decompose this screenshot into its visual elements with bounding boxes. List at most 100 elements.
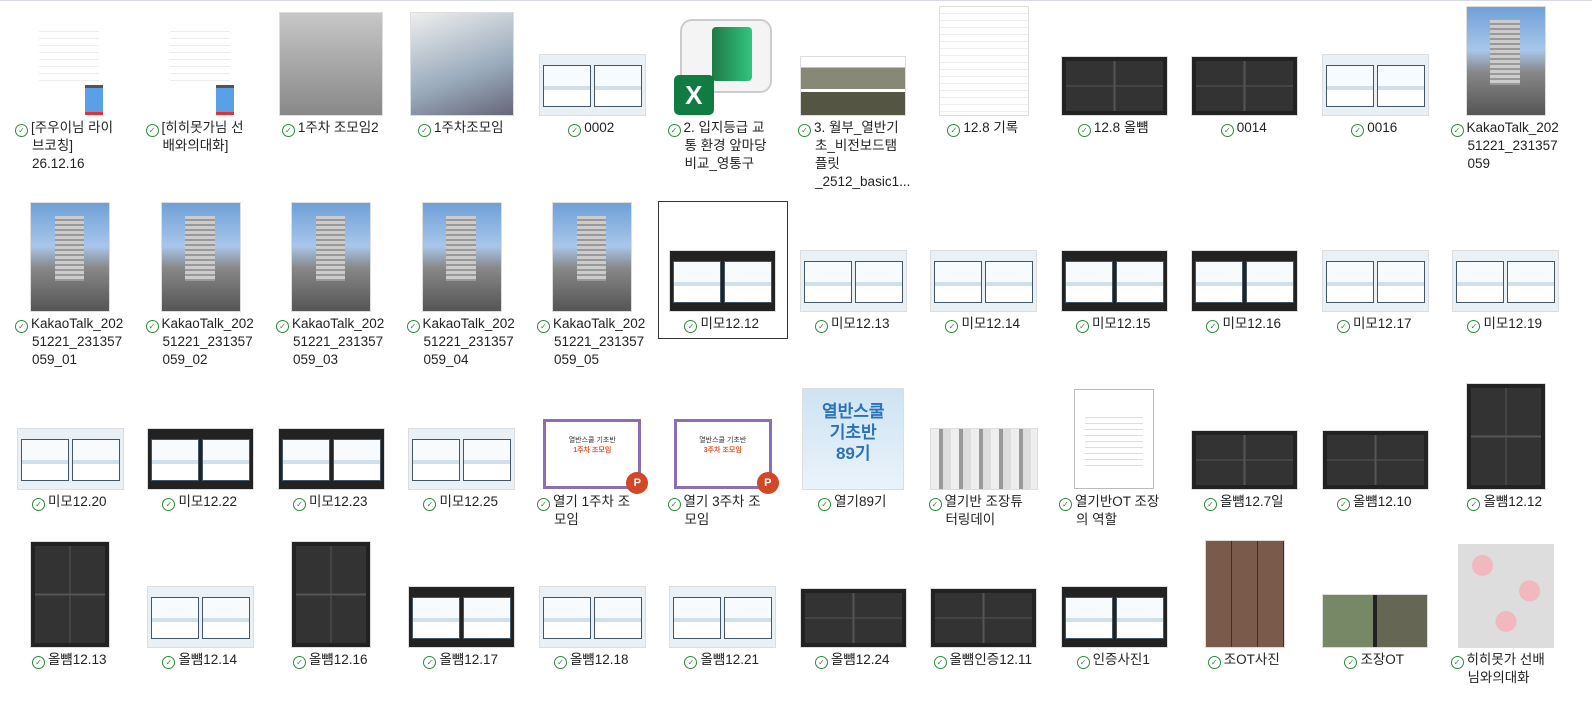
file-item[interactable]: ✓ 미모12.20 [5, 379, 136, 529]
file-item[interactable]: ✓ 올뻄12.24 [788, 537, 919, 687]
file-item[interactable]: ✓ 올뻄12.14 [136, 537, 267, 687]
file-item[interactable]: ✓ 1주차 조모임2 [266, 5, 397, 191]
file-item[interactable]: ✓ 12.8 올뻄 [1049, 5, 1180, 191]
file-name-line: 미모12.20 [47, 494, 107, 509]
file-item[interactable]: ✓ 올뻄12.7일 [1180, 379, 1311, 529]
file-item[interactable]: ✓ 3. 월부_열반기 초_비전보드탬 플릿 _2512_basic1... [788, 5, 919, 191]
thumbnail-area [397, 379, 528, 489]
thumbnail-area [1310, 5, 1441, 115]
file-item[interactable]: ✓ 미모12.25 [397, 379, 528, 529]
file-item[interactable]: X ✓ 2. 입지등급 교통 환경 앞마당 비교_영통구 [658, 5, 789, 191]
zoom-thumbnail [800, 589, 906, 647]
file-name-line: 51221_231357 [423, 334, 514, 349]
file-item[interactable]: ✓ [주우이님 라이 브코칭] 26.12.16 [5, 5, 136, 191]
file-name: ✓ 1주차조모임 [397, 115, 528, 137]
file-item[interactable]: ✓ 1주차조모임 [397, 5, 528, 191]
file-item[interactable]: ✓ 미모12.13 [788, 201, 919, 369]
file-item[interactable]: ✓ 올뻄12.12 [1441, 379, 1572, 529]
file-item[interactable]: ✓ 히히못가 선배 님와의대화 [1441, 537, 1572, 687]
file-item[interactable]: ✓ 인증사진1 [1049, 537, 1180, 687]
file-item[interactable]: ✓ 미모12.16 [1180, 201, 1311, 369]
file-name: ✓ 미모12.16 [1180, 311, 1311, 333]
bld-thumbnail [161, 203, 240, 311]
file-item[interactable]: ✓ 12.8 기록 [919, 5, 1050, 191]
check-circle-icon: ✓ [406, 320, 420, 333]
bld-thumbnail [553, 203, 632, 311]
thumbnail-area [266, 537, 397, 647]
file-item[interactable]: ✓ 올뻄12.18 [527, 537, 658, 687]
file-item[interactable]: ✓ 미모12.12 [657, 201, 788, 339]
file-item[interactable]: ✓ [히히못가님 선 배와의대화] [136, 5, 267, 191]
file-name-line: KakaoTalk_202 [161, 316, 254, 331]
file-item[interactable]: ✓ 0016 [1310, 5, 1441, 191]
file-item[interactable]: 열반스쿨 기초반 3주차 조모임 P ✓ 열기 3주차 조 모임 [658, 379, 789, 529]
slides-thumbnail [539, 587, 645, 647]
file-name-line: 51221_231357 [1467, 138, 1558, 153]
file-row: ✓ [주우이님 라이 브코칭] 26.12.16 ✓ [히히못가님 선 배와의대화] ✓ 1주차… [5, 5, 1571, 191]
check-circle-icon: ✓ [537, 498, 550, 511]
thumbnail-area [527, 201, 658, 311]
file-item[interactable]: ✓ 미모12.14 [919, 201, 1050, 369]
zoom-thumbnail [931, 589, 1037, 647]
slides-thumbnail [1192, 251, 1298, 311]
file-name-line: 2. 입지등급 교 [683, 120, 765, 135]
file-item[interactable]: ✓ KakaoTalk_202 51221_231357 059 [1441, 5, 1572, 191]
file-item[interactable]: ✓ 열기반 조장튜 터링데이 [919, 379, 1050, 529]
file-row: ✓ 올뻄12.13 ✓ 올뻄12.14 ✓ 올뻄12.16 ✓ 올뻄12.17 ✓ 올뻄12.18… [5, 537, 1571, 687]
file-item[interactable]: ✓ KakaoTalk_202 51221_231357 059_05 [527, 201, 658, 369]
file-name: ✓ 미모12.13 [788, 311, 919, 333]
file-name-line: 열기반OT 조장 [1075, 494, 1160, 509]
slides-thumbnail [1061, 587, 1167, 647]
file-item[interactable]: ✓ 0014 [1180, 5, 1311, 191]
file-item[interactable]: ✓ 미모12.19 [1441, 201, 1572, 369]
file-item[interactable]: ✓ 올뻄12.21 [658, 537, 789, 687]
thumbnail-area [397, 537, 528, 647]
file-item[interactable]: ✓ 올뻄12.10 [1310, 379, 1441, 529]
check-circle-icon: ✓ [945, 320, 959, 333]
file-name-line: 미모12.14 [961, 316, 1021, 331]
file-item[interactable]: ✓ 올뻄12.17 [397, 537, 528, 687]
file-name-line: 올뻄12.12 [1483, 494, 1543, 509]
ppt-thumbnail: 열반스쿨 기초반 3주차 조모임 P [673, 419, 779, 494]
file-name-line: 열기 1주차 조 [553, 494, 631, 509]
file-item[interactable]: ✓ 미모12.22 [136, 379, 267, 529]
file-item[interactable]: ✓ 미모12.23 [266, 379, 397, 529]
file-item[interactable]: ✓ 조장OT [1310, 537, 1441, 687]
file-item[interactable]: ✓ KakaoTalk_202 51221_231357 059_01 [5, 201, 136, 369]
file-item[interactable]: ✓ 올뻄12.16 [266, 537, 397, 687]
file-item[interactable]: ✓ 올뻄12.13 [5, 537, 136, 687]
file-name-line: 조OT사진 [1223, 652, 1280, 667]
thumbnail-area [397, 201, 528, 311]
file-item[interactable]: ✓ 0002 [527, 5, 658, 191]
file-name: ✓ 열기 3주차 조 모임 [658, 489, 789, 529]
file-item[interactable]: ✓ 미모12.15 [1049, 201, 1180, 369]
file-name-line: 통 환경 앞마당 [684, 138, 767, 153]
ppt-subtitle: 3주차 조모임 [703, 447, 742, 454]
file-item[interactable]: ✓ KakaoTalk_202 51221_231357 059_02 [136, 201, 267, 369]
file-name-line: 0014 [1236, 120, 1267, 135]
check-circle-icon: ✓ [1076, 656, 1090, 669]
file-name: ✓ 미모12.14 [919, 311, 1050, 333]
slides-thumbnail [148, 587, 254, 647]
file-row: ✓ 미모12.20 ✓ 미모12.22 ✓ 미모12.23 ✓ 미모12.25 열반스쿨 기초반… [5, 379, 1571, 529]
file-name: ✓ 1주차 조모임2 [266, 115, 397, 137]
check-circle-icon: ✓ [684, 320, 698, 333]
file-item[interactable]: ✓ 열기반OT 조장 의 역할 [1049, 379, 1180, 529]
file-name-line: 님와의대화 [1467, 670, 1530, 685]
file-item[interactable]: ✓ 조OT사진 [1180, 537, 1311, 687]
file-item[interactable]: ✓ 올뻄인증12.11 [919, 537, 1050, 687]
file-item[interactable]: 열반스쿨 기초반 89기 ✓ 열기89기 [788, 379, 919, 529]
file-name-line: 올뻄12.14 [178, 652, 238, 667]
powerpoint-icon: P [756, 472, 779, 494]
file-item[interactable]: ✓ KakaoTalk_202 51221_231357 059_04 [397, 201, 528, 369]
check-circle-icon: ✓ [568, 124, 582, 137]
file-name: ✓ 미모12.20 [5, 489, 136, 511]
file-item[interactable]: ✓ 미모12.17 [1310, 201, 1441, 369]
file-row: ✓ KakaoTalk_202 51221_231357 059_01 ✓ KakaoTa… [5, 201, 1571, 369]
file-item[interactable]: ✓ KakaoTalk_202 51221_231357 059_03 [266, 201, 397, 369]
file-item[interactable]: 열반스쿨 기초반 1주차 조모임 P ✓ 열기 1주차 조 모임 [527, 379, 658, 529]
thumbnail-area: 열반스쿨 기초반 89기 [788, 379, 919, 489]
file-name-line: 올뻄12.18 [569, 652, 629, 667]
file-name-line: 올뻄12.24 [830, 652, 890, 667]
check-circle-icon: ✓ [818, 498, 832, 511]
